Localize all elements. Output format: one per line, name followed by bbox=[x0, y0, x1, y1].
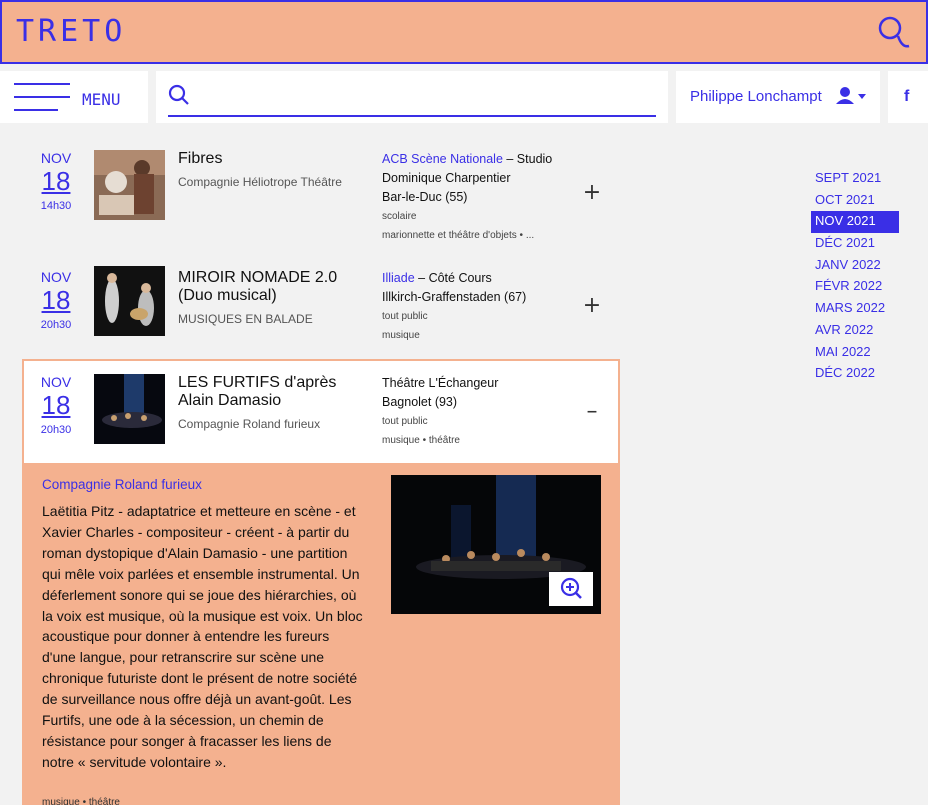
event-tags: musique bbox=[382, 330, 420, 341]
event-thumbnail[interactable] bbox=[94, 374, 165, 444]
event-month: NOV bbox=[40, 150, 72, 166]
event-date: NOV 18 20h30 bbox=[22, 269, 90, 331]
event-company: MUSIQUES EN BALADE bbox=[178, 312, 313, 326]
detail-company-link[interactable]: Compagnie Roland furieux bbox=[42, 477, 202, 492]
zoom-button[interactable] bbox=[549, 572, 593, 606]
event-title[interactable]: MIROIR NOMADE 2.0 (Duo musical) bbox=[178, 269, 368, 305]
user-menu[interactable]: Philippe Lonchampt bbox=[676, 71, 880, 123]
event-info: MIROIR NOMADE 2.0 (Duo musical) MUSIQUES… bbox=[178, 269, 368, 327]
venue-name: Théâtre L'Échangeur bbox=[382, 376, 499, 390]
venue-link[interactable]: Illiade bbox=[382, 271, 415, 285]
event-venue: ACB Scène Nationale – Studio Dominique C… bbox=[382, 150, 572, 245]
event-title[interactable]: LES FURTIFS d'après Alain Damasio bbox=[178, 374, 368, 410]
event-date: NOV 18 14h30 bbox=[22, 150, 90, 212]
venue-city: Illkirch-Graffenstaden (67) bbox=[382, 290, 527, 304]
month-link[interactable]: DÉC 2022 bbox=[811, 363, 911, 385]
event-row[interactable]: NOV 18 20h30 MIROIR NOMADE 2.0 (Duo musi… bbox=[22, 266, 620, 373]
venue-link[interactable]: ACB Scène Nationale bbox=[382, 152, 503, 166]
event-photo[interactable] bbox=[391, 475, 601, 614]
caret-down-icon bbox=[858, 94, 866, 99]
event-company: Compagnie Roland furieux bbox=[178, 417, 321, 431]
event-time: 20h30 bbox=[40, 319, 72, 331]
month-link[interactable]: AVR 2022 bbox=[811, 320, 911, 342]
event-day[interactable]: 18 bbox=[22, 285, 90, 315]
month-link[interactable]: FÉVR 2022 bbox=[811, 276, 911, 298]
event-thumbnail[interactable] bbox=[94, 150, 165, 220]
month-link[interactable]: OCT 2021 bbox=[811, 190, 911, 212]
menu-button[interactable]: MENU bbox=[0, 71, 148, 123]
zoom-in-icon[interactable] bbox=[549, 572, 593, 606]
event-company: Compagnie Héliotrope Théâtre bbox=[178, 175, 342, 189]
event-month: NOV bbox=[40, 374, 72, 390]
month-list: SEPT 2021 OCT 2021 NOV 2021 DÉC 2021 JAN… bbox=[811, 168, 911, 385]
event-audience: tout public bbox=[382, 311, 428, 322]
event-day[interactable]: 18 bbox=[22, 166, 90, 196]
event-title[interactable]: Fibres bbox=[178, 150, 368, 168]
event-tags: musique • théâtre bbox=[382, 435, 460, 446]
event-audience: scolaire bbox=[382, 211, 417, 222]
user-name[interactable]: Philippe Lonchampt bbox=[690, 88, 822, 105]
menu-label[interactable]: MENU bbox=[82, 90, 121, 109]
event-audience: tout public bbox=[382, 416, 428, 427]
month-link[interactable]: SEPT 2021 bbox=[811, 168, 911, 190]
site-logo[interactable]: TRETO bbox=[16, 14, 126, 49]
facebook-link[interactable]: f bbox=[888, 71, 928, 123]
month-link[interactable]: MARS 2022 bbox=[811, 298, 911, 320]
event-time: 14h30 bbox=[40, 200, 72, 212]
event-tags: marionnette et théâtre d'objets • ... bbox=[382, 230, 535, 241]
event-info: LES FURTIFS d'après Alain Damasio Compag… bbox=[178, 374, 368, 432]
event-detail-panel: Compagnie Roland furieux Laëtitia Pitz -… bbox=[22, 463, 620, 805]
event-venue: Illiade – Côté Cours Illkirch-Graffensta… bbox=[382, 269, 572, 345]
month-link[interactable]: JANV 2022 bbox=[811, 255, 911, 277]
user-icon[interactable] bbox=[836, 86, 870, 106]
event-month: NOV bbox=[40, 269, 72, 285]
month-link-active[interactable]: NOV 2021 bbox=[811, 211, 899, 234]
event-info: Fibres Compagnie Héliotrope Théâtre bbox=[178, 150, 368, 190]
event-time: 20h30 bbox=[40, 424, 72, 436]
venue-name: – Côté Cours bbox=[414, 271, 492, 285]
event-row[interactable]: NOV 18 14h30 Fibres Compagnie Héliotrope… bbox=[22, 150, 620, 254]
search-input[interactable] bbox=[168, 81, 656, 117]
collapse-button[interactable]: – bbox=[582, 401, 602, 423]
search-icon[interactable] bbox=[876, 14, 910, 54]
detail-description: Laëtitia Pitz - adaptatrice et metteure … bbox=[42, 503, 363, 770]
expand-button[interactable]: + bbox=[582, 182, 602, 204]
event-thumbnail[interactable] bbox=[94, 266, 165, 336]
venue-city: Bar-le-Duc (55) bbox=[382, 190, 468, 204]
event-day[interactable]: 18 bbox=[22, 390, 90, 420]
expand-button[interactable]: + bbox=[582, 295, 602, 317]
facebook-icon[interactable]: f bbox=[904, 88, 909, 106]
event-date: NOV 18 20h30 bbox=[22, 374, 90, 436]
event-venue: Théâtre L'Échangeur Bagnolet (93) tout p… bbox=[382, 374, 572, 450]
search-bar bbox=[156, 71, 668, 123]
venue-city: Bagnolet (93) bbox=[382, 395, 458, 409]
month-link[interactable]: MAI 2022 bbox=[811, 342, 911, 364]
site-header: TRETO bbox=[0, 0, 928, 64]
month-link[interactable]: DÉC 2021 bbox=[811, 233, 911, 255]
hamburger-icon[interactable] bbox=[14, 83, 70, 111]
detail-tags: musique • théâtre bbox=[42, 797, 120, 805]
